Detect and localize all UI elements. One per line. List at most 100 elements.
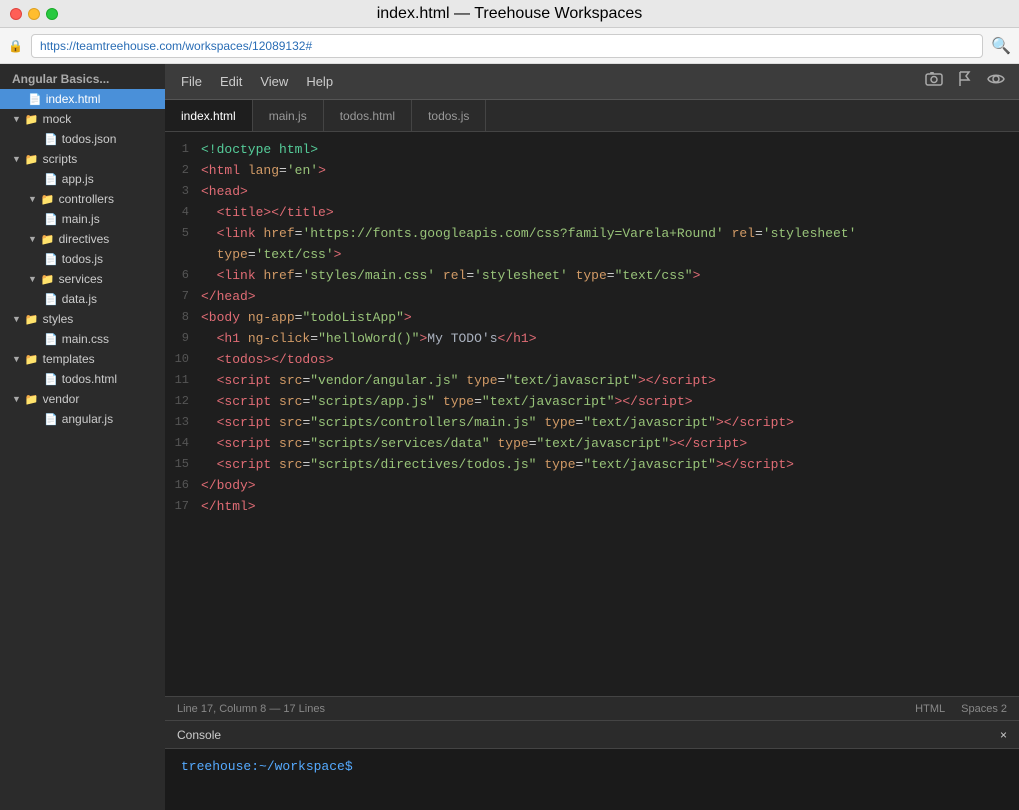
folder-icon: 📁 [41, 193, 55, 206]
minimize-button[interactable] [28, 8, 40, 20]
sidebar-label: main.js [62, 212, 100, 226]
url-bar[interactable]: https://teamtreehouse.com/workspaces/120… [31, 34, 983, 58]
titlebar: index.html — Treehouse Workspaces [0, 0, 1019, 28]
code-line: 16 </body> [165, 476, 1019, 497]
code-line: 12 <script src="scripts/app.js" type="te… [165, 392, 1019, 413]
sidebar-label: data.js [62, 292, 97, 306]
sidebar-item-data-js[interactable]: 📄 data.js [0, 289, 165, 309]
code-content: <script src="scripts/controllers/main.js… [201, 413, 1019, 434]
sidebar-label: app.js [62, 172, 94, 186]
sidebar-item-todos-json[interactable]: 📄 todos.json [0, 129, 165, 149]
code-line: 9 <h1 ng-click="helloWord()">My TODO's</… [165, 329, 1019, 350]
sidebar-item-scripts[interactable]: ▼ 📁 scripts [0, 149, 165, 169]
code-line: 7 </head> [165, 287, 1019, 308]
edit-menu[interactable]: Edit [212, 70, 250, 93]
arrow-icon: ▼ [12, 354, 21, 364]
code-content: <html lang='en'> [201, 161, 1019, 182]
tab-label: todos.js [428, 109, 469, 123]
sidebar-item-vendor[interactable]: ▼ 📁 vendor [0, 389, 165, 409]
code-line: 4 <title></title> [165, 203, 1019, 224]
sidebar-item-index-html[interactable]: 📄 index.html [0, 89, 165, 109]
view-menu[interactable]: View [252, 70, 296, 93]
sidebar-item-main-css[interactable]: 📄 main.css [0, 329, 165, 349]
window-title: index.html — Treehouse Workspaces [377, 5, 643, 23]
line-number: 4 [165, 203, 201, 222]
statusbar: Line 17, Column 8 — 17 Lines HTML Spaces… [165, 696, 1019, 720]
code-content: <script src="scripts/app.js" type="text/… [201, 392, 1019, 413]
tab-index-html[interactable]: index.html [165, 100, 253, 131]
sidebar-label: services [59, 272, 103, 286]
file-icon: 📄 [44, 173, 58, 186]
sidebar-item-angular-js[interactable]: 📄 angular.js [0, 409, 165, 429]
sidebar-label: todos.html [62, 372, 117, 386]
code-content: </html> [201, 497, 1019, 518]
close-button[interactable] [10, 8, 22, 20]
code-line: 8 <body ng-app="todoListApp"> [165, 308, 1019, 329]
folder-icon: 📁 [25, 353, 39, 366]
sidebar-label: controllers [59, 192, 114, 206]
arrow-icon: ▼ [12, 394, 21, 404]
file-menu[interactable]: File [173, 70, 210, 93]
sidebar-label: vendor [43, 392, 80, 406]
console-prompt: treehouse:~/workspace$ [181, 759, 353, 774]
line-number: 5 [165, 224, 201, 243]
help-menu[interactable]: Help [298, 70, 341, 93]
sidebar-item-mock[interactable]: ▼ 📁 mock [0, 109, 165, 129]
traffic-lights [10, 8, 58, 20]
arrow-icon: ▼ [12, 154, 21, 164]
arrow-icon: ▼ [28, 274, 37, 284]
spaces-indicator: Spaces 2 [961, 703, 1007, 715]
code-content: <todos></todos> [201, 350, 1019, 371]
line-number: 8 [165, 308, 201, 327]
cursor-position: Line 17, Column 8 — 17 Lines [177, 703, 325, 715]
search-icon[interactable]: 🔍 [991, 36, 1011, 56]
tab-label: main.js [269, 109, 307, 123]
code-editor[interactable]: 1 <!doctype html> 2 <html lang='en'> 3 <… [165, 132, 1019, 696]
code-line: 13 <script src="scripts/controllers/main… [165, 413, 1019, 434]
line-number: 9 [165, 329, 201, 348]
tab-main-js[interactable]: main.js [253, 100, 324, 131]
sidebar-item-styles[interactable]: ▼ 📁 styles [0, 309, 165, 329]
fullscreen-button[interactable] [46, 8, 58, 20]
sidebar-item-templates-todos-html[interactable]: 📄 todos.html [0, 369, 165, 389]
sidebar-label: templates [43, 352, 95, 366]
line-number: 16 [165, 476, 201, 495]
arrow-icon: ▼ [12, 314, 21, 324]
line-number: 1 [165, 140, 201, 159]
project-title[interactable]: Angular Basics... [0, 64, 165, 89]
file-icon: 📄 [44, 333, 58, 346]
sidebar-label: main.css [62, 332, 109, 346]
code-content: <script src="vendor/angular.js" type="te… [201, 371, 1019, 392]
flag-icon[interactable] [951, 67, 979, 96]
sidebar-item-main-js[interactable]: 📄 main.js [0, 209, 165, 229]
code-content: <script src="scripts/services/data" type… [201, 434, 1019, 455]
line-number: 6 [165, 266, 201, 285]
sidebar-item-services[interactable]: ▼ 📁 services [0, 269, 165, 289]
code-line: 3 <head> [165, 182, 1019, 203]
folder-icon: 📁 [25, 113, 39, 126]
tab-todos-html[interactable]: todos.html [324, 100, 412, 131]
screenshot-icon[interactable] [919, 67, 949, 96]
code-content: <link href='styles/main.css' rel='styles… [201, 266, 1019, 287]
code-line: 17 </html> [165, 497, 1019, 518]
sidebar: Angular Basics... 📄 index.html ▼ 📁 mock … [0, 64, 165, 810]
sidebar-item-controllers[interactable]: ▼ 📁 controllers [0, 189, 165, 209]
lock-icon: 🔒 [8, 39, 23, 53]
url-text: https://teamtreehouse.com/workspaces/120… [40, 39, 312, 53]
console-area: Console × treehouse:~/workspace$ [165, 720, 1019, 810]
preview-icon[interactable] [981, 68, 1011, 95]
code-content: <!doctype html> [201, 140, 1019, 161]
console-header: Console × [165, 721, 1019, 749]
folder-icon: 📁 [41, 233, 55, 246]
console-close-button[interactable]: × [1000, 728, 1007, 742]
line-number: 3 [165, 182, 201, 201]
sidebar-item-templates[interactable]: ▼ 📁 templates [0, 349, 165, 369]
line-number: 2 [165, 161, 201, 180]
language-indicator: HTML [915, 703, 945, 715]
toolbar: File Edit View Help [165, 64, 1019, 100]
tab-todos-js[interactable]: todos.js [412, 100, 486, 131]
sidebar-item-directives-todos-js[interactable]: 📄 todos.js [0, 249, 165, 269]
tab-label: todos.html [340, 109, 395, 123]
sidebar-item-app-js[interactable]: 📄 app.js [0, 169, 165, 189]
sidebar-item-directives[interactable]: ▼ 📁 directives [0, 229, 165, 249]
